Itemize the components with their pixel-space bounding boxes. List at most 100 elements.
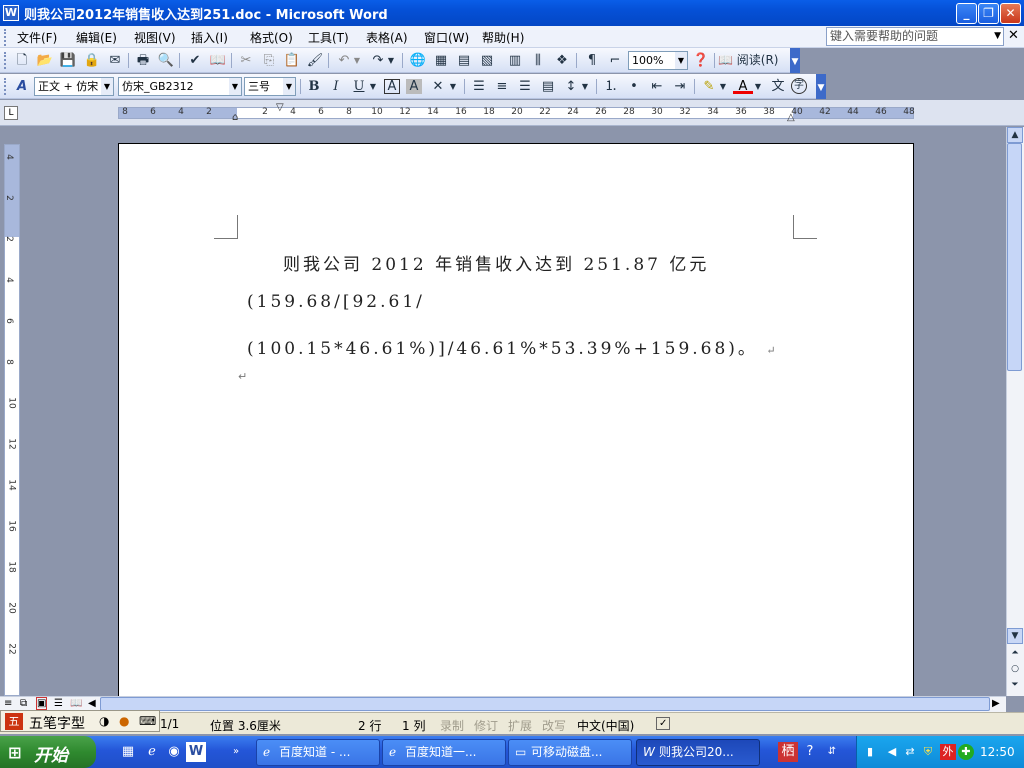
chevron-down-icon[interactable]: ▼: [229, 78, 241, 95]
email-icon[interactable]: ✉: [105, 51, 125, 70]
print-preview-icon[interactable]: 🔍: [156, 51, 176, 70]
network-icon[interactable]: ⇄: [902, 744, 918, 760]
toolbar-options-icon[interactable]: ▼: [790, 48, 800, 73]
chevron-down-icon[interactable]: ▼: [994, 28, 1001, 45]
ime-logo-icon[interactable]: 五: [5, 713, 23, 730]
soft-keyboard-icon[interactable]: ⌨: [139, 714, 156, 728]
help-tray-icon[interactable]: ?: [800, 742, 820, 762]
start-button[interactable]: ⊞ 开始: [0, 736, 96, 768]
security-shield-icon[interactable]: ⛨: [920, 744, 936, 760]
document-line[interactable]: (159.68/[92.61/: [247, 292, 425, 312]
align-center-icon[interactable]: ≡: [492, 77, 512, 96]
columns-icon[interactable]: ▥: [505, 51, 525, 70]
status-extend[interactable]: 扩展: [508, 717, 532, 734]
character-shading-icon[interactable]: A: [406, 79, 422, 94]
research-icon[interactable]: 📖: [208, 51, 228, 70]
menu-help[interactable]: 帮助(H): [482, 29, 524, 46]
document-map-icon[interactable]: ❖: [552, 51, 572, 70]
status-overtype[interactable]: 改写: [542, 717, 566, 734]
cut-icon[interactable]: ✂: [236, 51, 256, 70]
reading-layout-icon[interactable]: 📖: [70, 698, 82, 709]
save-icon[interactable]: 💾: [58, 51, 78, 70]
menu-insert[interactable]: 插入(I): [191, 29, 228, 46]
normal-view-icon[interactable]: ≡: [4, 698, 12, 709]
update-icon[interactable]: ✚: [958, 744, 974, 760]
font-select[interactable]: 仿宋_GB2312 ▼: [118, 77, 242, 96]
scroll-down-icon[interactable]: ▼: [1007, 628, 1023, 644]
hyperlink-icon[interactable]: 🌐: [408, 51, 428, 70]
align-justify-icon[interactable]: ☰: [469, 77, 489, 96]
chevron-down-icon[interactable]: ▼: [675, 52, 687, 69]
vertical-scroll-thumb[interactable]: [1007, 143, 1022, 371]
first-line-indent-icon[interactable]: ▽: [276, 102, 284, 113]
styles-formatting-icon[interactable]: A: [12, 77, 32, 96]
line-spacing-dropdown-icon[interactable]: ▼: [580, 77, 590, 96]
taskbar-item[interactable]: ℯ 百度知道一...: [382, 739, 506, 766]
new-document-icon[interactable]: 🗋: [12, 51, 32, 70]
italic-icon[interactable]: I: [326, 77, 346, 96]
show-desktop-icon[interactable]: ▦: [118, 742, 138, 762]
menu-tools[interactable]: 工具(T): [308, 29, 349, 46]
menu-file[interactable]: 文件(F): [17, 29, 57, 46]
menu-window[interactable]: 窗口(W): [424, 29, 469, 46]
format-painter-icon[interactable]: 🖌: [305, 51, 325, 70]
font-color-icon[interactable]: A: [733, 77, 753, 94]
document-line[interactable]: 则我公司 2012 年销售收入达到 251.87 亿元: [283, 250, 709, 275]
scroll-left-icon[interactable]: ◀: [88, 698, 96, 709]
highlight-icon[interactable]: ✎: [699, 77, 719, 96]
tab-selector-icon[interactable]: L: [4, 106, 18, 120]
print-icon[interactable]: 🖶: [133, 51, 153, 70]
previous-page-icon[interactable]: ⏶: [1007, 646, 1023, 662]
decrease-indent-icon[interactable]: ⇤: [647, 77, 667, 96]
ime-toolbar[interactable]: 五 五笔字型 ◑ ● ⌨: [0, 710, 160, 732]
character-scaling-icon[interactable]: ✕: [428, 77, 448, 96]
pilcrow-icon[interactable]: ⌐: [605, 51, 625, 70]
taskbar-item[interactable]: ℯ 百度知道 - ...: [256, 739, 380, 766]
scroll-up-icon[interactable]: ▲: [1007, 127, 1023, 143]
show-hide-icon[interactable]: ¶: [582, 51, 602, 70]
title-bar[interactable]: W 则我公司2012年销售收入达到251.doc - Microsoft Wor…: [0, 0, 1024, 26]
help-icon[interactable]: ❓: [691, 51, 711, 70]
status-track-changes[interactable]: 修订: [474, 717, 498, 734]
phonetic-guide-icon[interactable]: 文: [768, 77, 788, 96]
undo-dropdown-icon[interactable]: ▼: [352, 51, 362, 70]
quicklaunch-more-icon[interactable]: »: [226, 742, 246, 762]
select-browse-object-icon[interactable]: ○: [1007, 662, 1023, 678]
outline-view-icon[interactable]: ☰: [54, 698, 63, 709]
redo-dropdown-icon[interactable]: ▼: [386, 51, 396, 70]
spelling-status-icon[interactable]: ✓: [656, 717, 671, 730]
insert-table-icon[interactable]: ▤: [454, 51, 474, 70]
line-spacing-icon[interactable]: ↕: [561, 77, 581, 96]
menu-format[interactable]: 格式(O): [250, 29, 293, 46]
chevron-down-icon[interactable]: ▼: [283, 78, 295, 95]
character-border-icon[interactable]: A: [384, 79, 400, 94]
language-bar-icon[interactable]: ⇵: [822, 742, 842, 762]
taskbar-item[interactable]: ▭ 可移动磁盘...: [508, 739, 632, 766]
close-button[interactable]: ✕: [1000, 3, 1021, 24]
punctuation-icon[interactable]: ●: [119, 714, 129, 728]
distributed-icon[interactable]: ▤: [538, 77, 558, 96]
enclose-characters-icon[interactable]: 字: [791, 78, 807, 94]
underline-icon[interactable]: U: [349, 77, 369, 96]
word-quicklaunch-icon[interactable]: W: [186, 742, 206, 762]
left-indent-marker-icon[interactable]: ⌂: [232, 112, 238, 123]
next-page-icon[interactable]: ⏷: [1007, 678, 1023, 694]
copy-icon[interactable]: ⎘: [259, 51, 279, 70]
menu-edit[interactable]: 编辑(E): [76, 29, 117, 46]
minimize-button[interactable]: _: [956, 3, 977, 24]
word-app-icon[interactable]: W: [3, 5, 19, 21]
internet-explorer-icon[interactable]: ℯ: [142, 742, 162, 762]
close-document-icon[interactable]: ✕: [1008, 28, 1019, 43]
permission-icon[interactable]: 🔒: [82, 51, 102, 70]
scaling-dropdown-icon[interactable]: ▼: [448, 77, 458, 96]
toolbar-options-icon[interactable]: ▼: [816, 74, 826, 99]
document-page[interactable]: 则我公司 2012 年销售收入达到 251.87 亿元 (159.68/[92.…: [118, 143, 914, 703]
toolbar-grip[interactable]: [4, 78, 7, 95]
web-layout-icon[interactable]: ⧉: [20, 698, 27, 709]
print-layout-icon[interactable]: ▣: [36, 697, 48, 710]
increase-indent-icon[interactable]: ⇥: [670, 77, 690, 96]
bullets-icon[interactable]: •: [624, 77, 644, 96]
redo-icon[interactable]: ↷: [368, 51, 388, 70]
align-right-icon[interactable]: ☰: [515, 77, 535, 96]
scroll-right-icon[interactable]: ▶: [992, 698, 1000, 709]
